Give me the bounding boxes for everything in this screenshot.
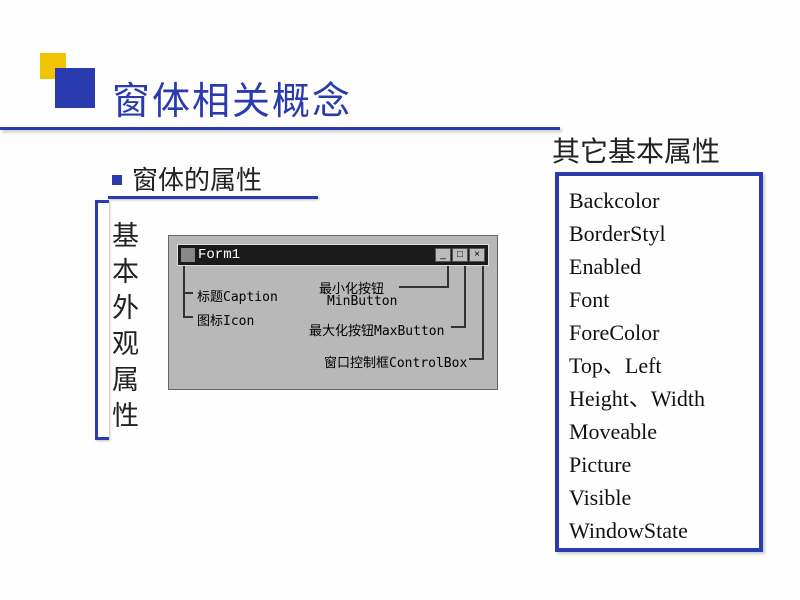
- decor-blue-square: [55, 68, 95, 108]
- label-icon: 图标Icon: [197, 310, 254, 329]
- window-title-text: Form1: [198, 247, 240, 263]
- prop-item: Top、Left: [569, 349, 749, 382]
- prop-item: Moveable: [569, 415, 749, 448]
- prop-item: Picture: [569, 448, 749, 481]
- connector-line: [183, 316, 193, 318]
- connector-line: [183, 292, 193, 294]
- prop-item: ForeColor: [569, 316, 749, 349]
- subtitle-underline: [108, 196, 318, 199]
- label-min-en: MinButton: [327, 294, 397, 309]
- basic-props-box: Backcolor BorderStyl Enabled Font ForeCo…: [555, 172, 763, 552]
- prop-item: WindowState: [569, 514, 749, 547]
- label-max: 最大化按钮MaxButton: [309, 320, 444, 339]
- prop-item: BorderStyl: [569, 217, 749, 250]
- title-underline: [0, 127, 560, 130]
- connector-line: [183, 266, 185, 316]
- maximize-icon: □: [452, 248, 468, 262]
- connector-line: [451, 326, 466, 328]
- prop-item: Backcolor: [569, 184, 749, 217]
- connector-line: [469, 358, 484, 360]
- bullet-square: [112, 175, 122, 185]
- subtitle: 窗体的属性: [132, 160, 262, 197]
- prop-item: Visible: [569, 481, 749, 514]
- connector-line: [482, 266, 484, 358]
- prop-item: Height、Width: [569, 382, 749, 415]
- right-title: 其它基本属性: [552, 130, 720, 170]
- label-controlbox: 窗口控制框ControlBox: [324, 352, 467, 371]
- prop-item: Enabled: [569, 250, 749, 283]
- label-caption: 标题Caption: [197, 286, 278, 305]
- prop-item: Font: [569, 283, 749, 316]
- window-icon: [181, 248, 195, 262]
- slide-title: 窗体相关概念: [112, 70, 352, 125]
- connector-line: [464, 266, 466, 326]
- window-buttons: _ □ ×: [435, 248, 485, 262]
- form-diagram: Form1 _ □ × 标题Caption 图标Icon 最小化按钮 MinBu…: [168, 235, 498, 390]
- connector-line: [447, 266, 449, 286]
- connector-line: [399, 286, 449, 288]
- mock-window-titlebar: Form1 _ □ ×: [177, 244, 489, 266]
- minimize-icon: _: [435, 248, 451, 262]
- vertical-label: 基本外观属性: [112, 218, 140, 434]
- close-icon: ×: [469, 248, 485, 262]
- left-bracket: [95, 200, 109, 440]
- window-title: Form1: [181, 247, 240, 263]
